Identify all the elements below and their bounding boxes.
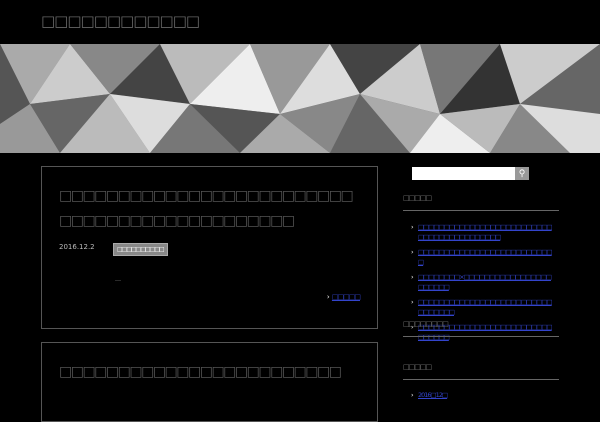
category-badge[interactable]: □□□□□□□□□□ [113,243,168,256]
post-card: □□□□□□□□□□□□□□□□□□□□□□□□□□□□□□□□□□□□□□□□… [41,166,378,329]
recent-post-link[interactable]: □□□□□□□□□□□□□□□□□□□□□□□□□□□□□□□□□ [418,298,553,316]
recent-comments-title: □□□□□□□□ [403,320,559,337]
list-item: 2016□12□ [411,390,556,400]
list-item: □□□□□□□□□□□□□□□□□□□□□□□□□□□□□□□□□□□□□□□□… [411,222,556,242]
post-title[interactable]: □□□□□□□□□□□□□□□□□□□□□□□□□□□□□□□□□□□□□□□□… [59,184,359,234]
recent-post-link[interactable]: □□□□□□□□□□□□□□□□□□□□□□□□□□□ [418,248,553,266]
search-button[interactable]: ⚲ [515,167,529,180]
list-item: □□□□□□□□×□□□□□□□□□□□□□□□□□□□□□□□ [411,272,556,292]
post-title[interactable]: □□□□□□□□□□□□□□□□□□□□□□□□ [59,360,359,385]
list-item: □□□□□□□□□□□□□□□□□□□□□□□□□□□□□□□□□ [411,297,556,317]
recent-post-link[interactable]: □□□□□□□□□□□□□□□□□□□□□□□□□□□□□□□□□□□□□□□□… [418,223,553,241]
read-more-link[interactable]: › □□□□□ [327,293,361,301]
archives-title: □□□□□ [403,363,559,380]
site-title[interactable]: □□□□□□□□□□□□ [41,12,200,30]
post-date: 2016.12.2 [59,243,95,251]
search-icon: ⚲ [518,168,526,178]
header-banner-image [0,44,600,153]
archive-link[interactable]: 2016□12□ [418,391,448,399]
search-input[interactable] [412,167,515,180]
post-card: □□□□□□□□□□□□□□□□□□□□□□□□ [41,342,378,422]
recent-posts-title: □□□□□ [403,194,559,211]
search-form: ⚲ [412,167,529,180]
read-more-label[interactable]: □□□□□ [332,293,361,301]
list-item: □□□□□□□□□□□□□□□□□□□□□□□□□□□ [411,247,556,267]
recent-post-link[interactable]: □□□□□□□□×□□□□□□□□□□□□□□□□□□□□□□□ [418,273,552,291]
post-excerpt: … [115,276,121,283]
archives-list: 2016□12□ [411,390,556,405]
